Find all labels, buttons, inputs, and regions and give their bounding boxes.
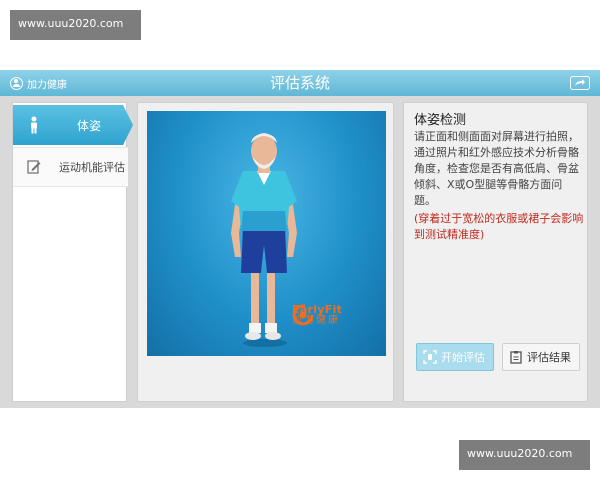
info-warning: (穿着过于宽松的衣服或裙子会影响到测试精准度) xyxy=(414,212,584,241)
clipboard-icon xyxy=(510,351,522,364)
person-icon xyxy=(27,116,41,134)
sidebar-item-motor-function[interactable]: 运动机能评估 xyxy=(13,147,128,187)
user-icon xyxy=(10,76,23,90)
assessment-result-button[interactable]: 评估结果 xyxy=(502,343,580,371)
info-description: 请正面和侧面面对屏幕进行拍照，通过照片和红外感应技术分析骨骼角度，检查您是否有高… xyxy=(414,130,579,207)
brand-label: 加力健康 xyxy=(27,79,67,91)
watermark-bottom: www.uuu2020.com xyxy=(459,440,590,470)
watermark-bottom-text: www.uuu2020.com xyxy=(467,447,573,460)
start-assessment-button[interactable]: 开始评估 xyxy=(416,343,494,371)
scan-icon xyxy=(423,350,437,364)
page-title: 评估系统 xyxy=(269,74,330,92)
watermark-top-text: www.uuu2020.com xyxy=(18,17,124,30)
info-panel: 体姿检测 请正面和侧面面对屏幕进行拍照，通过照片和红外感应技术分析骨骼角度，检查… xyxy=(403,102,588,402)
brand: 加力健康 xyxy=(10,75,67,91)
sidebar-item-label: 体姿 xyxy=(77,118,102,133)
edit-icon xyxy=(27,158,41,176)
camera-panel: EarlyFit 加力健康 xyxy=(137,102,394,402)
title-bar: 评估系统 加力健康 xyxy=(0,70,600,96)
logo-icon xyxy=(292,304,314,326)
app-window: 评估系统 加力健康 体姿 运动机能评估 EarlyFit 加力健康 体姿检测 请… xyxy=(0,70,600,408)
avatar-figure xyxy=(231,133,297,347)
avatar-stage: EarlyFit 加力健康 xyxy=(147,111,386,356)
watermark-top: www.uuu2020.com xyxy=(10,10,141,40)
share-button[interactable] xyxy=(570,76,590,90)
start-assessment-label: 开始评估 xyxy=(441,351,485,364)
info-title: 体姿检测 xyxy=(414,113,467,128)
sidebar-item-posture[interactable]: 体姿 xyxy=(13,105,133,145)
earlyfit-logo: EarlyFit 加力健康 xyxy=(292,304,342,326)
assessment-result-label: 评估结果 xyxy=(527,351,571,364)
sidebar: 体姿 运动机能评估 xyxy=(12,102,133,402)
share-icon xyxy=(575,79,585,86)
sidebar-item-label: 运动机能评估 xyxy=(59,161,125,174)
